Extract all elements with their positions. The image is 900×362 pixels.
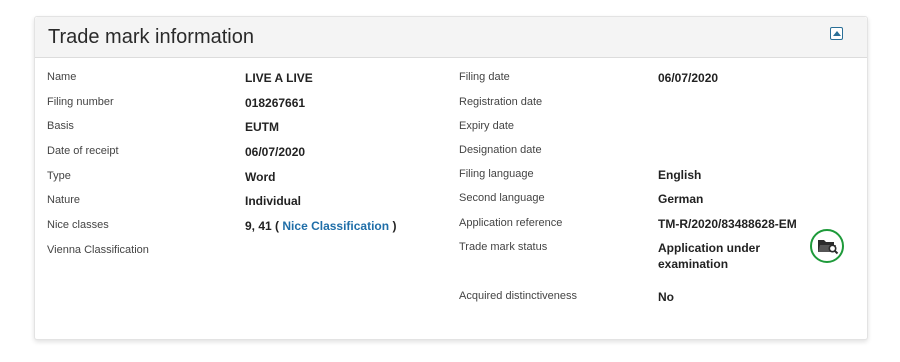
type-label: Type	[47, 170, 71, 182]
filing-language-value: English	[658, 168, 702, 182]
collapse-button[interactable]	[830, 27, 843, 40]
filing-date-label: Filing date	[459, 71, 510, 83]
date-of-receipt-label: Date of receipt	[47, 145, 119, 157]
nice-classification-link[interactable]: Nice Classification	[282, 219, 389, 233]
trade-mark-status-label: Trade mark status	[459, 241, 548, 253]
nice-open-paren: (	[275, 219, 280, 233]
basis-value: EUTM	[245, 120, 279, 134]
nature-value: Individual	[245, 194, 302, 208]
filing-language-label: Filing language	[459, 168, 534, 180]
application-reference-label: Application reference	[459, 217, 563, 229]
nice-classes-label: Nice classes	[47, 219, 109, 231]
name-label: Name	[47, 71, 77, 83]
vienna-classification-label: Vienna Classification	[47, 244, 149, 256]
folder-search-icon	[818, 240, 839, 255]
application-reference-value: TM-R/2020/83488628-EM	[658, 217, 797, 231]
expiry-date-label: Expiry date	[459, 120, 515, 132]
nature-label: Nature	[47, 194, 81, 206]
trade-mark-status-value-line2: examination	[658, 257, 729, 271]
panel-header: Trade mark information	[35, 17, 867, 58]
filing-date-value: 06/07/2020	[658, 71, 719, 85]
date-of-receipt-value: 06/07/2020	[245, 145, 306, 159]
registration-date-label: Registration date	[459, 96, 543, 108]
nice-classes-value: 9, 41 ( Nice Classification )	[245, 218, 396, 234]
trade-mark-information-panel: Trade mark information	[34, 16, 868, 340]
acquired-distinctiveness-label: Acquired distinctiveness	[459, 290, 578, 302]
filing-number-value: 018267661	[245, 96, 306, 110]
filing-number-label: Filing number	[47, 96, 114, 108]
designation-date-label: Designation date	[459, 144, 542, 156]
name-value: LIVE A LIVE	[245, 71, 313, 85]
type-value: Word	[245, 170, 276, 184]
second-language-label: Second language	[459, 192, 545, 204]
status-folder-search-button[interactable]	[810, 229, 844, 263]
trade-mark-status-value-line1: Application under	[658, 241, 760, 255]
panel-title: Trade mark information	[48, 26, 254, 48]
second-language-value: German	[658, 192, 704, 206]
basis-label: Basis	[47, 120, 74, 132]
nice-close-paren: )	[392, 219, 397, 233]
collapse-up-icon	[833, 31, 841, 36]
acquired-distinctiveness-value: No	[658, 290, 674, 304]
nice-classes-numbers: 9, 41	[245, 219, 272, 233]
